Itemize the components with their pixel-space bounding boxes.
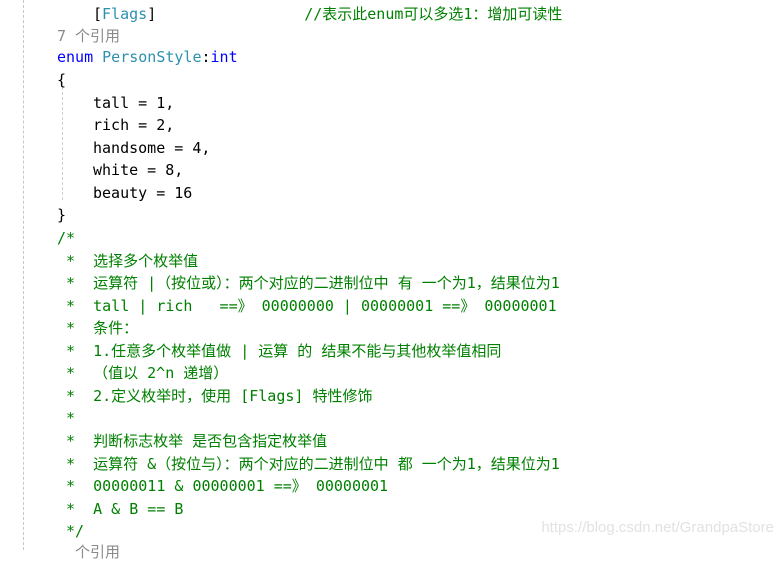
enum-member: tall = 1,: [93, 94, 175, 112]
enum-name: PersonStyle: [102, 48, 202, 66]
enum-member: beauty = 16: [93, 184, 193, 202]
comment-line: * 1.任意多个枚举值做 | 运算 的 结果不能与其他枚举值相同: [57, 342, 502, 360]
enum-declaration: enum PersonStyle:int: [57, 46, 238, 68]
comment-line: * A & B == B: [57, 500, 184, 518]
attribute-comment: //表示此enum可以多选1：增加可读性: [304, 5, 563, 23]
comment-line: * 条件：: [57, 319, 139, 337]
enum-member: rich = 2,: [93, 116, 175, 134]
close-brace: }: [57, 206, 67, 224]
comment-line: * （值以 2^n 递增）: [57, 364, 229, 382]
enum-member: handsome = 4,: [93, 139, 211, 157]
comment-line: * 判断标志枚举 是否包含指定枚举值: [57, 432, 328, 450]
attr-open-bracket: [: [93, 5, 103, 23]
comment-line: * 00000011 & 00000001 ==》 00000001: [57, 477, 389, 495]
comment-line: */: [57, 522, 85, 540]
comment-line: * tall | rich ==》 00000000 | 00000001 ==…: [57, 297, 557, 315]
enum-keyword: enum: [57, 48, 94, 66]
attr-close-bracket: ]: [147, 5, 157, 23]
comment-line: * 2.定义枚举时，使用 [Flags] 特性修饰: [57, 387, 373, 405]
comment-line: /*: [57, 229, 76, 247]
indent-guide: [23, 0, 24, 550]
comment-line: * 运算符 &（按位与）：两个对应的二进制位中 都 一个为1，结果位为1: [57, 455, 560, 473]
code-editor[interactable]: [Flags] //表示此enum可以多选1：增加可读性 7 个引用 enum P…: [0, 0, 784, 561]
enum-member: white = 8,: [93, 161, 184, 179]
comment-line: * 运算符 |（按位或）：两个对应的二进制位中 有 一个为1，结果位为1: [57, 274, 560, 292]
code-line-attribute: [Flags] //表示此enum可以多选1：增加可读性: [57, 3, 562, 25]
watermark: https://blog.csdn.net/GrandpaStore: [541, 519, 774, 536]
codelens-references-partial[interactable]: 个引用: [75, 541, 120, 563]
colon: :: [201, 48, 211, 66]
comment-line: *: [57, 409, 76, 427]
flags-attribute: Flags: [102, 5, 148, 23]
comment-line: * 选择多个枚举值: [57, 252, 199, 270]
codelens-references[interactable]: 7 个引用: [57, 25, 120, 47]
open-brace: {: [57, 71, 67, 89]
base-type: int: [210, 48, 238, 66]
